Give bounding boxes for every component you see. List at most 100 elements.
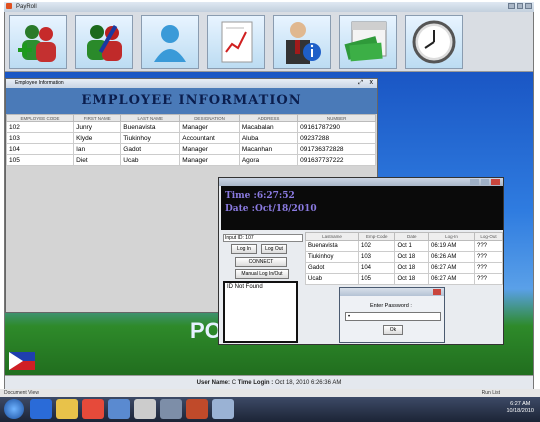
table-cell[interactable]: Gadot <box>120 143 181 155</box>
payroll-task-icon[interactable] <box>212 399 234 419</box>
table-cell[interactable]: Tiukinhoy <box>305 251 359 263</box>
column-header[interactable]: Log-In <box>428 232 475 241</box>
payroll-button[interactable] <box>339 15 397 69</box>
start-button[interactable] <box>4 399 24 419</box>
table-cell[interactable]: Ian <box>73 143 122 155</box>
table-cell[interactable]: 102 <box>357 240 396 252</box>
table-cell[interactable]: 103 <box>5 132 75 144</box>
table-row[interactable]: Ucab 105 Oct 18 06:27 AM??? <box>305 273 504 285</box>
table-row[interactable]: 103 Klyde Tiukinhoy Accountant Aluba 09237288 <box>5 132 376 144</box>
table-cell[interactable]: Accountant <box>179 132 240 144</box>
login-button[interactable]: Log In <box>231 244 257 254</box>
password-field[interactable]: • <box>345 312 441 321</box>
id-input[interactable]: Input ID: 107 <box>223 234 303 242</box>
table-cell[interactable]: 102 <box>5 121 75 133</box>
column-header[interactable]: NUMBER <box>297 114 376 122</box>
table-row[interactable]: Buenavista 102 Oct 1 06:19 AM??? <box>305 240 504 252</box>
attendance-table[interactable]: Lastname Emp-Code Date Log-In Log-Out Buenav… <box>305 232 504 285</box>
manual-login-button[interactable]: Manual Log In/Out <box>235 269 289 279</box>
maximize-button[interactable] <box>480 179 490 185</box>
table-cell[interactable]: Junry <box>73 121 122 133</box>
table-cell[interactable]: ??? <box>473 262 504 274</box>
table-row[interactable]: 104 Ian Gadot Manager Macanhan 091736372828 <box>5 143 376 155</box>
table-cell[interactable]: Ucab <box>120 154 181 166</box>
table-cell[interactable]: ??? <box>473 273 504 285</box>
table-cell[interactable]: 104 <box>5 143 75 155</box>
employee-table[interactable]: EMPLOYEE CODE FIRST NAME LAST NAME DESIGNAT… <box>5 114 376 166</box>
edit-employee-button[interactable] <box>75 15 133 69</box>
column-header[interactable]: EMPLOYEE CODE <box>5 114 75 122</box>
column-header[interactable]: ADDRESS <box>238 114 299 122</box>
table-cell[interactable]: Manager <box>179 154 240 166</box>
table-cell[interactable]: Macabalan <box>238 121 299 133</box>
table-cell[interactable]: Oct 18 <box>394 251 430 263</box>
close-button[interactable] <box>491 179 501 185</box>
info-button[interactable] <box>273 15 331 69</box>
user-profile-button[interactable] <box>141 15 199 69</box>
add-employee-button[interactable] <box>9 15 67 69</box>
table-cell[interactable]: 103 <box>357 251 396 263</box>
connect-button[interactable]: CONNECT <box>235 257 287 267</box>
window-icon[interactable] <box>160 399 182 419</box>
column-header[interactable]: Log-Out <box>473 232 504 241</box>
table-cell[interactable]: Buenavista <box>120 121 181 133</box>
run-list-label[interactable]: Run List <box>482 389 500 397</box>
table-cell[interactable]: Aluba <box>238 132 299 144</box>
table-cell[interactable]: Manager <box>179 143 240 155</box>
resize-icon[interactable]: ⤢ <box>358 80 363 87</box>
column-header[interactable]: DESIGNATION <box>179 114 240 122</box>
table-cell[interactable]: Ucab <box>305 273 359 285</box>
table-cell[interactable]: ??? <box>473 240 504 252</box>
login-window-controls[interactable] <box>470 179 501 185</box>
app-icon[interactable] <box>108 399 130 419</box>
table-cell[interactable]: 06:27 AM <box>428 273 475 285</box>
table-cell[interactable]: Gadot <box>305 262 359 274</box>
table-cell[interactable]: Oct 18 <box>394 273 430 285</box>
maximize-button[interactable] <box>516 3 524 9</box>
table-cell[interactable]: Oct 18 <box>394 262 430 274</box>
table-cell[interactable]: 06:27 AM <box>428 262 475 274</box>
table-cell[interactable]: 09237288 <box>297 132 376 144</box>
column-header[interactable]: FIRST NAME <box>73 114 122 122</box>
table-cell[interactable]: Macanhan <box>238 143 299 155</box>
table-cell[interactable]: Manager <box>179 121 240 133</box>
system-clock[interactable]: 6:27 AM 10/18/2010 <box>506 401 534 415</box>
ok-button[interactable]: Ok <box>383 325 403 335</box>
acrobat-icon[interactable] <box>134 399 156 419</box>
table-cell[interactable]: 105 <box>5 154 75 166</box>
column-header[interactable]: Date <box>394 232 430 241</box>
table-cell[interactable]: 06:19 AM <box>428 240 475 252</box>
table-cell[interactable]: 06:26 AM <box>428 251 475 263</box>
table-cell[interactable]: 105 <box>357 273 396 285</box>
table-row[interactable]: Tiukinhoy 103 Oct 18 06:26 AM??? <box>305 251 504 263</box>
table-cell[interactable]: Tiukinhoy <box>120 132 181 144</box>
column-header[interactable]: Lastname <box>305 232 359 241</box>
ie-icon[interactable] <box>30 399 52 419</box>
media-icon[interactable] <box>82 399 104 419</box>
minimize-button[interactable] <box>470 179 479 185</box>
column-header[interactable]: Emp-Code <box>357 232 396 241</box>
close-icon[interactable]: x <box>370 79 374 86</box>
table-cell[interactable]: Klyde <box>73 132 122 144</box>
minimize-button[interactable] <box>508 3 515 9</box>
table-cell[interactable]: Buenavista <box>305 240 359 252</box>
table-cell[interactable]: Agora <box>238 154 299 166</box>
table-cell[interactable]: Oct 1 <box>394 240 430 252</box>
close-button[interactable] <box>433 289 441 295</box>
table-row[interactable]: Gadot 104 Oct 18 06:27 AM??? <box>305 262 504 274</box>
table-cell[interactable]: 09161787290 <box>297 121 376 133</box>
close-button[interactable] <box>525 3 533 9</box>
table-cell[interactable]: 091736372828 <box>297 143 376 155</box>
java-icon[interactable] <box>186 399 208 419</box>
folder-icon[interactable] <box>56 399 78 419</box>
table-cell[interactable]: 104 <box>357 262 396 274</box>
table-cell[interactable]: Diet <box>73 154 122 166</box>
table-cell[interactable]: 091637737222 <box>297 154 376 166</box>
reports-button[interactable] <box>207 15 265 69</box>
table-row[interactable]: 102 Junry Buenavista Manager Macabalan 091617… <box>5 121 376 133</box>
table-row[interactable]: 105 Diet Ucab Manager Agora 091637737222 <box>5 154 376 166</box>
column-header[interactable]: LAST NAME <box>120 114 181 122</box>
logout-button[interactable]: Log Out <box>261 244 287 254</box>
id-input-value[interactable]: 107 <box>245 235 253 241</box>
time-clock-button[interactable] <box>405 15 463 69</box>
